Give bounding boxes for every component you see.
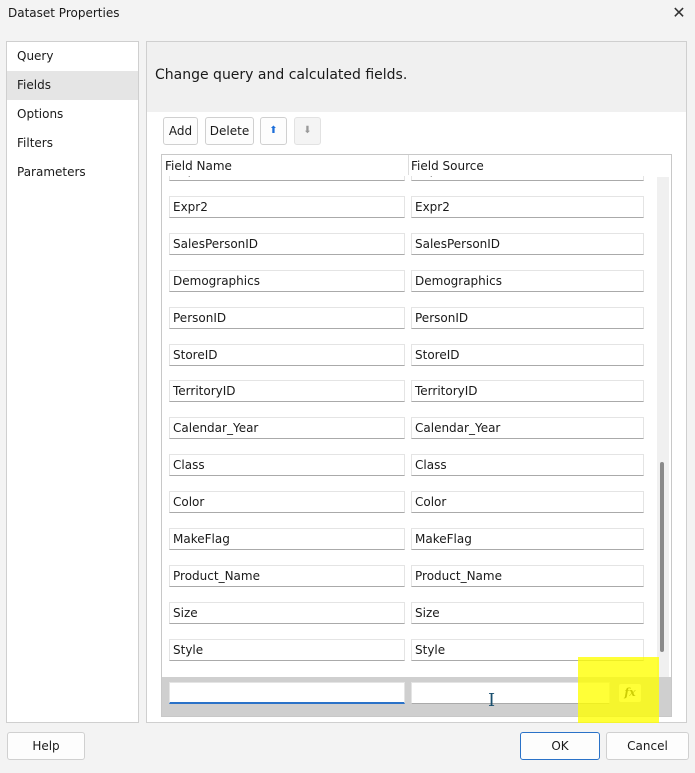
add-button[interactable]: Add <box>163 117 198 145</box>
field-name-input[interactable]: Calendar_Year <box>169 417 405 440</box>
delete-button[interactable]: Delete <box>205 117 254 145</box>
cancel-button[interactable]: Cancel <box>606 732 689 760</box>
field-name-input[interactable]: Size <box>169 601 405 624</box>
arrow-up-icon: ⬆ <box>269 125 278 136</box>
field-source-input[interactable]: Expr2 <box>411 195 644 218</box>
field-name-input[interactable]: PersonID <box>169 306 405 329</box>
panel-header: Change query and calculated fields. <box>147 42 686 112</box>
field-name-input[interactable]: MakeFlag <box>169 528 405 550</box>
column-header-field-name: Field Name <box>165 159 232 173</box>
sidebar-item-parameters[interactable]: Parameters <box>7 158 138 187</box>
field-name-input[interactable]: Expr1 <box>169 176 405 181</box>
panel-heading: Change query and calculated fields. <box>155 67 408 83</box>
field-source-input[interactable]: TerritoryID <box>411 380 644 403</box>
sidebar: Query Fields Options Filters Parameters <box>6 41 139 723</box>
sidebar-item-options[interactable]: Options <box>7 100 138 129</box>
rows-container: Expr1 Expr1 Expr2 Expr2 SalesPersonID SalesPe… <box>162 176 657 677</box>
column-header-field-source: Field Source <box>411 159 484 173</box>
highlight-annotation <box>578 657 659 723</box>
field-source-input[interactable]: PersonID <box>411 306 644 329</box>
close-icon[interactable]: ✕ <box>668 2 690 24</box>
sidebar-item-fields[interactable]: Fields <box>7 71 138 100</box>
sidebar-item-filters[interactable]: Filters <box>7 129 138 158</box>
field-name-input[interactable]: Class <box>169 454 405 477</box>
field-source-input[interactable]: Class <box>411 454 644 477</box>
field-source-input[interactable]: Color <box>411 491 644 514</box>
field-name-input[interactable]: TerritoryID <box>169 380 405 403</box>
move-up-button[interactable]: ⬆ <box>260 117 287 145</box>
field-source-input[interactable]: StoreID <box>411 343 644 366</box>
column-divider <box>408 155 409 175</box>
help-button[interactable]: Help <box>7 732 85 760</box>
field-name-input[interactable]: Style <box>169 638 405 661</box>
ok-button[interactable]: OK <box>520 732 600 760</box>
window-title: Dataset Properties <box>8 6 120 20</box>
field-name-input[interactable]: Product_Name <box>169 564 405 587</box>
text-cursor-icon: I <box>488 690 496 711</box>
field-source-input[interactable]: Product_Name <box>411 564 644 587</box>
field-source-input[interactable]: MakeFlag <box>411 528 644 550</box>
field-source-input[interactable]: Size <box>411 601 644 624</box>
scrollbar-thumb[interactable] <box>660 462 664 652</box>
new-field-name-input[interactable] <box>169 682 405 704</box>
scrollbar[interactable] <box>657 177 669 677</box>
field-source-input[interactable]: Expr1 <box>411 176 644 181</box>
field-source-input[interactable]: SalesPersonID <box>411 232 644 255</box>
field-source-input[interactable]: Demographics <box>411 269 644 292</box>
field-name-input[interactable]: Demographics <box>169 269 405 292</box>
field-name-input[interactable]: SalesPersonID <box>169 232 405 255</box>
field-name-input[interactable]: Expr2 <box>169 195 405 218</box>
move-down-button: ⬇ <box>294 117 321 145</box>
field-source-input[interactable]: Calendar_Year <box>411 417 644 440</box>
arrow-down-icon: ⬇ <box>303 125 312 136</box>
fields-grid: Field Name Field Source Expr1Expr1Expr2E… <box>161 154 672 717</box>
field-name-input[interactable]: StoreID <box>169 343 405 366</box>
field-name-input[interactable]: Color <box>169 491 405 514</box>
sidebar-item-query[interactable]: Query <box>7 42 138 71</box>
